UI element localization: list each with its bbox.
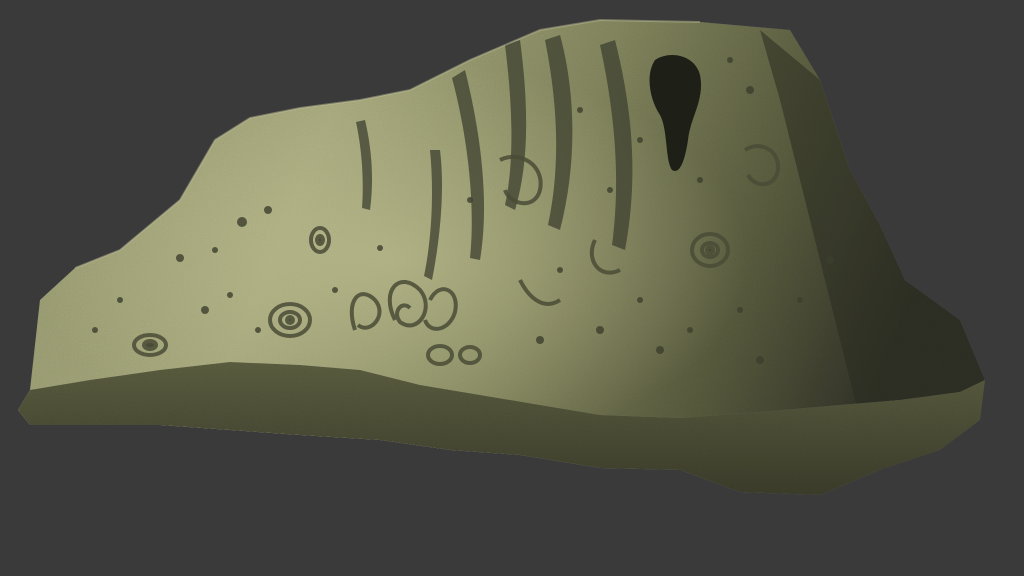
rock-scan-canvas[interactable]	[0, 0, 1024, 576]
model-viewport[interactable]	[0, 0, 1024, 576]
